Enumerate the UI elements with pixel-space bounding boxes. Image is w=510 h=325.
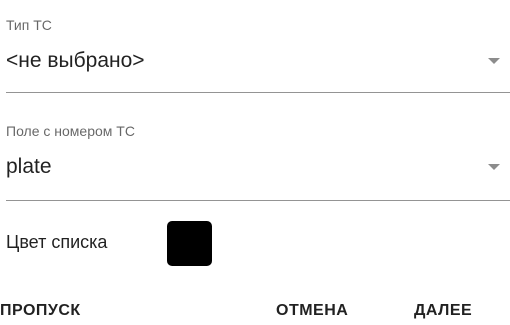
cancel-button[interactable]: ОТМЕНА bbox=[276, 296, 348, 325]
vehicle-type-value[interactable]: <не выбрано> bbox=[6, 49, 145, 73]
plate-field-value[interactable]: plate bbox=[6, 155, 52, 179]
plate-field-select[interactable]: Поле с номером ТС plate bbox=[6, 93, 510, 201]
dialog-actions: ПРОПУСК ОТМЕНА ДАЛЕЕ bbox=[0, 296, 510, 325]
skip-button[interactable]: ПРОПУСК bbox=[0, 296, 81, 325]
dropdown-arrow-icon[interactable] bbox=[488, 164, 500, 170]
vehicle-type-select[interactable]: Тип ТС <не выбрано> bbox=[6, 0, 510, 93]
dropdown-arrow-icon[interactable] bbox=[488, 58, 500, 64]
list-color-label: Цвет списка bbox=[6, 232, 108, 252]
list-color-swatch[interactable] bbox=[167, 221, 212, 266]
vehicle-type-label: Тип ТС bbox=[6, 17, 52, 33]
list-color-row: Цвет списка bbox=[6, 220, 306, 268]
plate-field-label: Поле с номером ТС bbox=[6, 123, 135, 139]
next-button[interactable]: ДАЛЕЕ bbox=[414, 296, 510, 325]
